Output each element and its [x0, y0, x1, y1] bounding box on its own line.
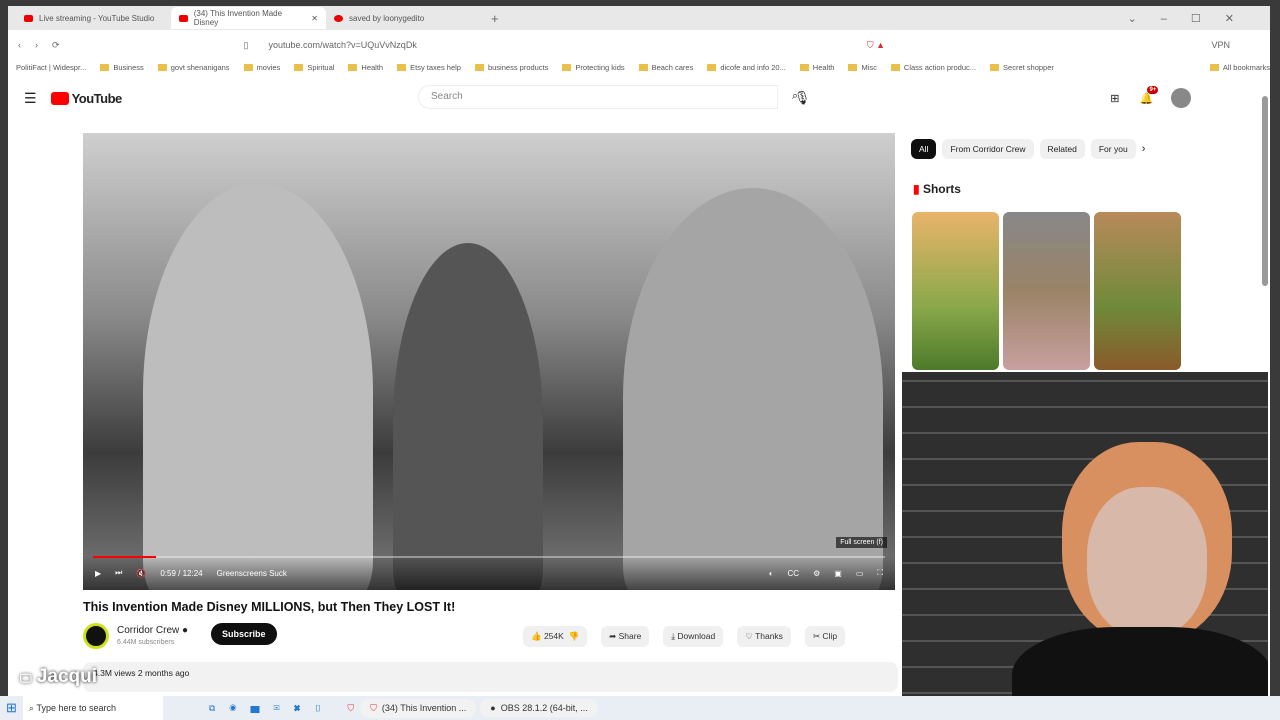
- channel-avatar[interactable]: [83, 623, 109, 649]
- video-frame-person: [393, 243, 543, 590]
- webcam-person-face: [1087, 487, 1207, 637]
- bookmarks-bar: PolitiFact | Widespr... Business govt sh…: [8, 58, 1270, 76]
- shorts-heading: ▮ Shorts: [913, 182, 961, 196]
- bookmark[interactable]: Beach cares: [638, 63, 693, 72]
- tooltip: Full screen (f): [836, 537, 887, 548]
- bookmark[interactable]: Secret shopper: [990, 63, 1054, 72]
- bookmark[interactable]: Protecting kids: [562, 63, 625, 72]
- vpn-button[interactable]: VPN: [1211, 40, 1230, 50]
- shorts-icon: ▮: [913, 182, 920, 196]
- bookmark[interactable]: dicofe and info 20...: [707, 63, 786, 72]
- video-frame-person: [623, 188, 883, 590]
- chip-all[interactable]: All: [911, 139, 937, 159]
- windows-start-icon[interactable]: ⊞: [0, 696, 23, 720]
- taskbar-search[interactable]: ⌕ Type here to search: [22, 696, 163, 720]
- chip[interactable]: From Corridor Crew: [942, 139, 1034, 159]
- chip[interactable]: Related: [1039, 139, 1085, 159]
- youtube-icon: [24, 14, 33, 22]
- video-player[interactable]: Full screen (f) ▶ ⏭ 🔇 0:59 / 12:24 Green…: [83, 133, 895, 590]
- pinned-apps[interactable]: ⧉◉▆✉✖▯: [203, 696, 341, 720]
- tab-video[interactable]: (34) This Invention Made Disney ✕: [171, 7, 326, 29]
- short-thumbnail[interactable]: [912, 212, 999, 370]
- short-thumbnail[interactable]: [1094, 212, 1181, 370]
- tab-strip: Live streaming - YouTube Studio (34) Thi…: [8, 6, 1270, 30]
- bookmark[interactable]: Misc: [848, 63, 877, 72]
- share-button[interactable]: ➦ Share: [601, 626, 650, 647]
- filter-chips: All From Corridor Crew Related For you ›: [911, 139, 1145, 159]
- bookmark[interactable]: movies: [243, 63, 280, 72]
- nav-buttons[interactable]: ‹›⟳: [18, 40, 74, 51]
- settings-icon[interactable]: ⚙: [813, 569, 820, 578]
- scrollbar[interactable]: [1262, 96, 1268, 286]
- window-controls[interactable]: ⌄–☐✕: [1128, 12, 1258, 25]
- mute-icon[interactable]: 🔇: [136, 569, 146, 578]
- bookmark[interactable]: Etsy taxes help: [397, 63, 461, 72]
- action-bar: 👍 254K 👎 ➦ Share ⤓ Download ♡ Thanks ✂ C…: [523, 626, 851, 647]
- short-thumbnail[interactable]: [1003, 212, 1090, 370]
- tab-youtube-studio[interactable]: Live streaming - YouTube Studio: [16, 7, 171, 29]
- youtube-logo[interactable]: YouTube: [50, 91, 122, 106]
- captions-icon[interactable]: CC: [788, 569, 800, 578]
- verified-icon: ●: [182, 625, 189, 636]
- youtube-icon: [179, 14, 188, 22]
- clip-button[interactable]: ✂ Clip: [804, 626, 846, 647]
- chevron-right-icon[interactable]: ›: [1142, 143, 1146, 155]
- autoplay-toggle[interactable]: ◐: [769, 569, 774, 578]
- taskbar-app-browser[interactable]: ⛉ (34) This Invention ...: [360, 698, 477, 718]
- channel-name[interactable]: Corridor Crew ●: [117, 625, 188, 636]
- bookmark[interactable]: Health: [799, 63, 834, 72]
- chapter-label[interactable]: Greenscreens Suck: [217, 569, 287, 578]
- bookmark[interactable]: Business: [100, 63, 144, 72]
- brave-shield-icon[interactable]: ⛉ ▲: [867, 40, 885, 51]
- search-input[interactable]: Search: [418, 85, 778, 109]
- close-icon[interactable]: ✕: [311, 14, 318, 23]
- next-icon[interactable]: ⏭: [115, 568, 122, 578]
- taskbar: ⊞ ⌕ Type here to search ⧉◉▆✉✖▯ ⛉ ⛉ (34) T…: [0, 696, 1280, 720]
- bookmark[interactable]: PolitiFact | Widespr...: [16, 63, 86, 72]
- reddit-icon: [334, 14, 343, 22]
- fullscreen-icon[interactable]: ⛶: [877, 568, 883, 578]
- subscribe-button[interactable]: Subscribe: [211, 623, 277, 645]
- bookmark-icon[interactable]: ▯: [244, 40, 249, 51]
- play-icon[interactable]: ▶: [95, 569, 101, 578]
- taskbar-app-obs[interactable]: ● OBS 28.1.2 (64-bit, ...: [480, 699, 598, 717]
- player-controls: ▶ ⏭ 🔇 0:59 / 12:24 Greenscreens Suck ◐ C…: [83, 556, 895, 590]
- new-tab-icon[interactable]: +: [491, 11, 499, 26]
- chip[interactable]: For you: [1090, 139, 1136, 159]
- time-display: 0:59 / 12:24: [160, 568, 203, 578]
- theater-icon[interactable]: ▭: [856, 569, 864, 578]
- search-icon[interactable]: ⌕: [792, 90, 798, 103]
- restream-watermark: Restream: [1092, 38, 1211, 68]
- bookmark[interactable]: govt shenanigans: [157, 63, 230, 72]
- address-bar-row: ‹›⟳ ▯ youtube.com/watch?v=UQuVvNzqDk ⛉ ▲…: [8, 32, 1270, 58]
- bookmark[interactable]: Health: [348, 63, 383, 72]
- subscriber-count: 6.44M subscribers: [117, 639, 175, 646]
- tab-saved[interactable]: saved by loonygedito: [326, 7, 481, 29]
- menu-icon[interactable]: ☰: [24, 90, 37, 107]
- like-button[interactable]: 👍 254K 👎: [523, 626, 588, 647]
- miniplayer-icon[interactable]: ▣: [834, 569, 842, 578]
- webcam-overlay: [902, 372, 1268, 720]
- download-button[interactable]: ⤓ Download: [663, 626, 724, 647]
- video-frame-person: [143, 183, 373, 590]
- monitor-icon: 🖵: [20, 671, 32, 685]
- bookmark[interactable]: business products: [474, 63, 548, 72]
- video-title: This Invention Made Disney MILLIONS, but…: [83, 600, 456, 614]
- avatar[interactable]: [1171, 88, 1192, 108]
- create-icon[interactable]: ⊞: [1110, 92, 1119, 105]
- brave-icon[interactable]: ⛉: [341, 696, 360, 720]
- url-field[interactable]: youtube.com/watch?v=UQuVvNzqDk: [269, 40, 417, 50]
- bookmark[interactable]: Class action produc...: [890, 63, 976, 72]
- bookmark[interactable]: Spiritual: [294, 63, 334, 72]
- description-box[interactable]: 4.3M views 2 months ago: [83, 662, 898, 692]
- streamer-name: 🖵 Jacqui: [20, 666, 98, 687]
- all-bookmarks[interactable]: All bookmarks: [1209, 63, 1270, 72]
- notifications-icon[interactable]: 🔔 9+: [1139, 85, 1159, 105]
- thanks-button[interactable]: ♡ Thanks: [737, 626, 791, 647]
